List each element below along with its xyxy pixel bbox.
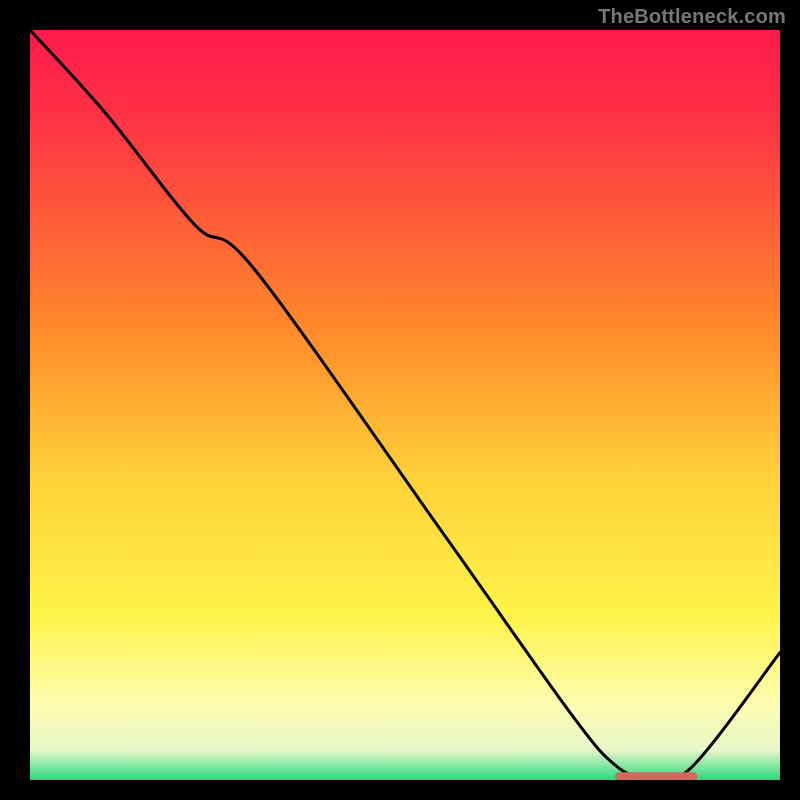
plot-area xyxy=(30,30,780,780)
gradient-background xyxy=(30,30,780,780)
chart-stage: TheBottleneck.com xyxy=(0,0,800,800)
watermark-text: TheBottleneck.com xyxy=(598,6,786,29)
plot-svg xyxy=(30,30,780,780)
optimal-range-marker xyxy=(615,772,698,780)
